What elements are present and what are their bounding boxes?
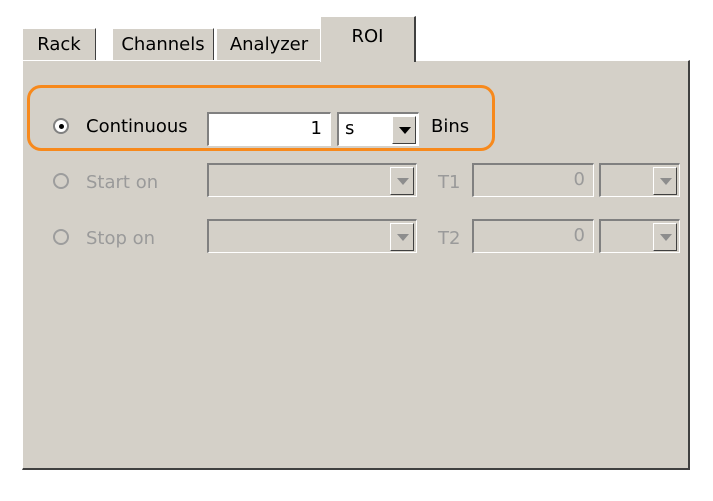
chevron-down-icon[interactable] <box>392 116 416 144</box>
t2-input[interactable]: 0 <box>472 219 594 253</box>
stop-on-select[interactable] <box>207 219 417 253</box>
t1-label: T1 <box>438 172 461 193</box>
start-on-select[interactable] <box>207 163 417 197</box>
tab-analyzer[interactable]: Analyzer <box>216 28 322 62</box>
continuous-unit: s <box>345 118 355 139</box>
continuous-unit-select[interactable]: s <box>337 112 419 146</box>
stop-on-label: Stop on <box>86 228 156 249</box>
continuous-label: Continuous <box>86 116 188 137</box>
t1-value: 0 <box>573 169 585 190</box>
settings-window: Rack Channels Analyzer ROI Continuous 1 … <box>0 0 713 501</box>
chevron-down-icon[interactable] <box>390 223 414 251</box>
tab-rack[interactable]: Rack <box>22 28 96 62</box>
start-on-radio[interactable] <box>53 173 69 189</box>
tab-channels[interactable]: Channels <box>112 28 214 62</box>
chevron-down-icon[interactable] <box>653 223 677 251</box>
t1-input[interactable]: 0 <box>472 163 594 197</box>
chevron-down-icon[interactable] <box>653 167 677 195</box>
t2-value: 0 <box>573 225 585 246</box>
continuous-value: 1 <box>310 118 322 139</box>
t2-label: T2 <box>438 228 461 249</box>
start-on-label: Start on <box>86 172 159 193</box>
t2-unit-select[interactable] <box>599 219 680 253</box>
bins-label: Bins <box>431 116 470 137</box>
chevron-down-icon[interactable] <box>390 167 414 195</box>
continuous-radio[interactable] <box>53 118 69 134</box>
stop-on-radio[interactable] <box>53 229 69 245</box>
tab-roi[interactable]: ROI <box>320 16 416 62</box>
t1-unit-select[interactable] <box>599 163 680 197</box>
continuous-value-input[interactable]: 1 <box>207 112 331 146</box>
